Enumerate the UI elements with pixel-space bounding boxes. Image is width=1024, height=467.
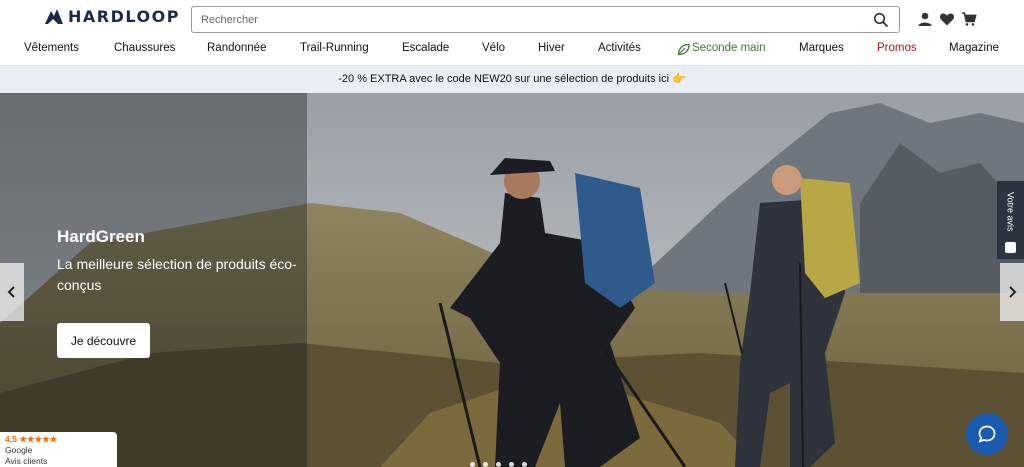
user-icon[interactable] xyxy=(917,11,933,27)
top-header: HARDLOOP xyxy=(0,0,1024,38)
brand-name: HARDLOOP xyxy=(68,7,180,26)
carousel-next-button[interactable] xyxy=(1000,263,1024,321)
nav-item-vetements[interactable]: Vêtements xyxy=(24,42,79,54)
review-stars: ★★★★★ xyxy=(19,434,58,444)
nav-item-magazine[interactable]: Magazine xyxy=(949,42,999,54)
chevron-right-icon xyxy=(1009,286,1017,298)
carousel-dot[interactable] xyxy=(496,462,501,467)
nav-item-escalade[interactable]: Escalade xyxy=(402,42,449,54)
main-navigation: Vêtements Chaussures Randonnée Trail-Run… xyxy=(0,38,1024,66)
hardloop-logo-icon xyxy=(45,8,63,24)
search-icon[interactable] xyxy=(873,12,889,28)
heart-icon[interactable] xyxy=(939,11,955,27)
hardloop-logo[interactable]: HARDLOOP xyxy=(44,7,180,26)
hero-carousel: HardGreen La meilleure sélection de prod… xyxy=(0,93,1024,467)
nav-item-seconde-main[interactable]: Seconde main xyxy=(692,42,766,54)
review-caption: Avis clients xyxy=(5,456,48,466)
nav-item-activites[interactable]: Activités xyxy=(598,42,641,54)
leaf-icon xyxy=(677,43,690,56)
nav-item-chaussures[interactable]: Chaussures xyxy=(114,42,175,54)
header-actions xyxy=(917,11,977,27)
chat-button[interactable] xyxy=(966,413,1008,455)
promo-banner[interactable]: -20 % EXTRA avec le code NEW20 sur une s… xyxy=(0,66,1024,93)
search-bar xyxy=(191,6,900,33)
hero-title: HardGreen xyxy=(57,227,145,246)
hero-cta-button[interactable]: Je découvre xyxy=(57,323,150,358)
feedback-label: Votre avis xyxy=(1005,192,1016,232)
promo-text: -20 % EXTRA avec le code NEW20 sur une s… xyxy=(338,73,686,85)
carousel-pagination xyxy=(470,462,527,467)
nav-item-promos[interactable]: Promos xyxy=(877,42,917,54)
search-input[interactable] xyxy=(192,7,852,32)
carousel-dot[interactable] xyxy=(483,462,488,467)
review-rating: 4,5 xyxy=(5,434,17,444)
cart-icon[interactable] xyxy=(961,11,977,27)
nav-item-velo[interactable]: Vélo xyxy=(482,42,505,54)
nav-item-trail-running[interactable]: Trail-Running xyxy=(300,42,369,54)
feedback-icon xyxy=(1005,242,1016,253)
carousel-dot[interactable] xyxy=(522,462,527,467)
chevron-left-icon xyxy=(7,286,15,298)
carousel-prev-button[interactable] xyxy=(0,263,24,321)
chat-bubble-icon xyxy=(978,425,996,443)
nav-item-marques[interactable]: Marques xyxy=(799,42,844,54)
nav-item-randonnee[interactable]: Randonnée xyxy=(207,42,266,54)
feedback-widget[interactable]: Votre avis xyxy=(997,181,1024,259)
google-reviews-badge[interactable]: 4,5 ★★★★★ Google Avis clients xyxy=(0,432,117,467)
nav-item-hiver[interactable]: Hiver xyxy=(538,42,565,54)
hero-subtitle: La meilleure sélection de produits éco-c… xyxy=(57,256,297,293)
carousel-dot[interactable] xyxy=(509,462,514,467)
review-source: Google xyxy=(5,445,33,455)
carousel-dot[interactable] xyxy=(470,462,475,467)
